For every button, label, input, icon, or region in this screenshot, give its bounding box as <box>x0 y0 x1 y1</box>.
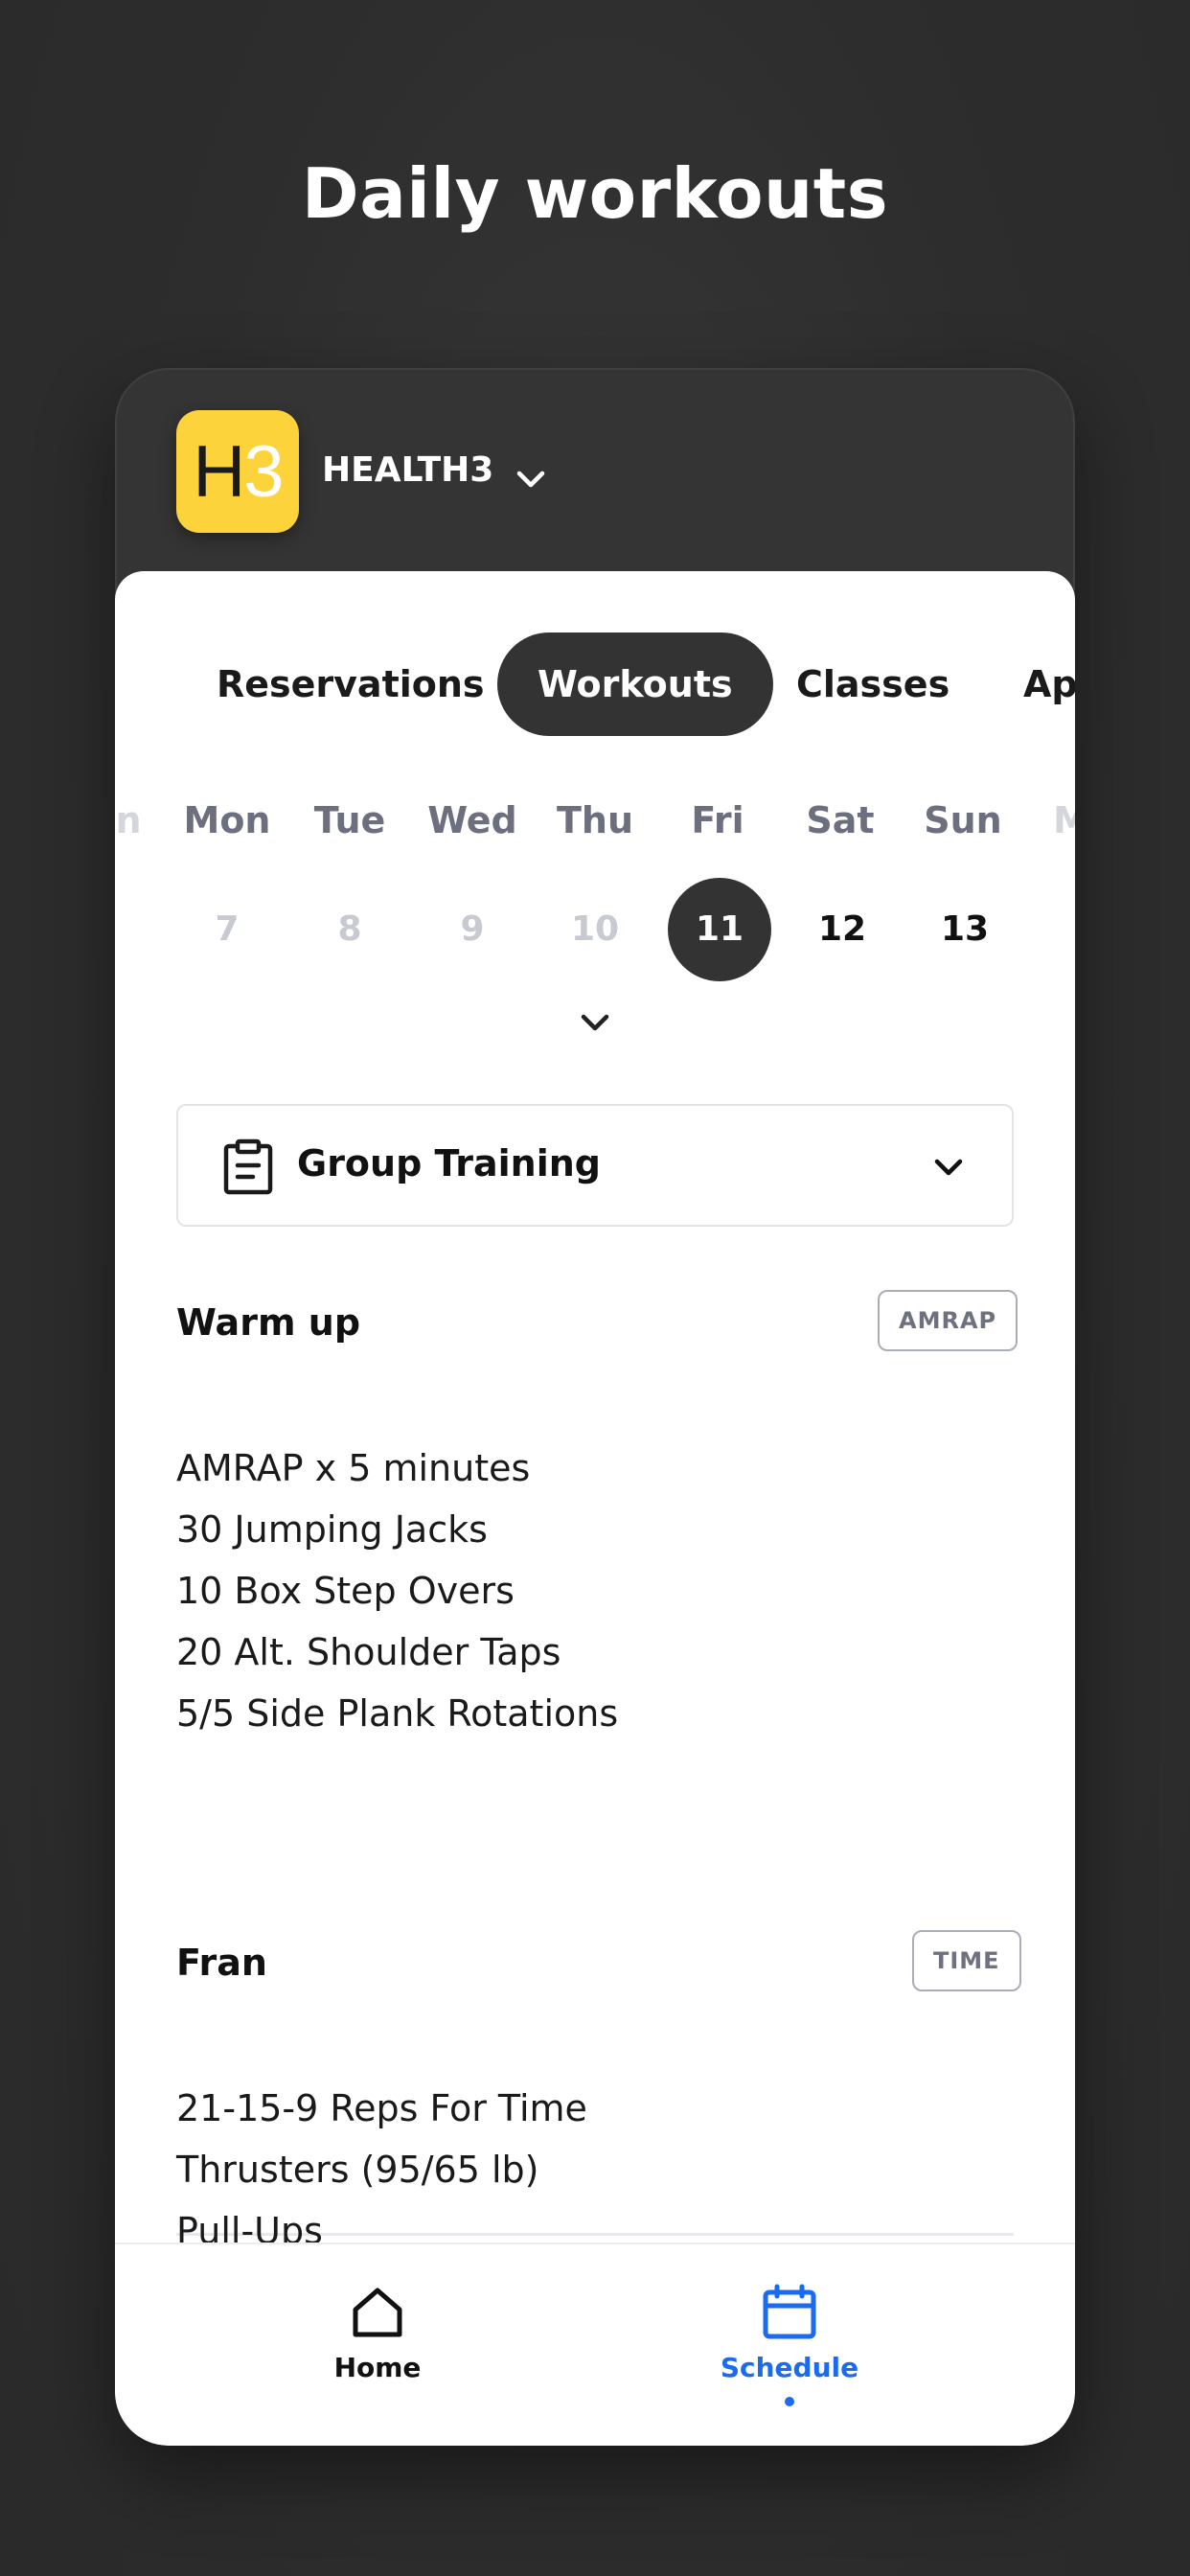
workout-description: 21-15-9 Reps For Time Thrusters (95/65 l… <box>176 2078 587 2262</box>
day-label: Wed <box>427 799 517 841</box>
day-label: M <box>1053 799 1075 841</box>
date-cell[interactable]: 13 <box>913 878 1017 981</box>
date-cell[interactable]: 12 <box>790 878 894 981</box>
date-cell[interactable]: 10 <box>543 878 647 981</box>
tab-reservations[interactable]: Reservations <box>217 632 485 736</box>
date-cell[interactable]: 1 <box>1036 878 1075 981</box>
workout-line: Thrusters (95/65 lb) <box>176 2149 539 2191</box>
bottom-navigation: Home Schedule <box>115 2242 1075 2446</box>
clipboard-icon <box>223 1138 273 1195</box>
nav-home[interactable]: Home <box>263 2283 492 2383</box>
content-sheet: Reservations Workouts Classes Ap n Mon T… <box>115 571 1075 2446</box>
day-label: Thu <box>556 799 634 841</box>
logo-digit: 3 <box>243 430 284 513</box>
workout-line: AMRAP x 5 minutes <box>176 1447 531 1489</box>
date-cell[interactable]: 7 <box>175 878 279 981</box>
nav-schedule[interactable]: Schedule <box>675 2283 904 2406</box>
weekday-row: n Mon Tue Wed Thu Fri Sat Sun M <box>115 799 1075 857</box>
chevron-down-icon <box>934 1159 963 1176</box>
tab-workouts[interactable]: Workouts <box>497 632 773 736</box>
workout-line: 20 Alt. Shoulder Taps <box>176 1631 561 1673</box>
chevron-down-icon[interactable] <box>510 458 552 500</box>
home-icon <box>353 2288 402 2337</box>
day-label: Mon <box>183 799 271 841</box>
workout-line: 5/5 Side Plank Rotations <box>176 1692 619 1735</box>
workout-line: 10 Box Step Overs <box>176 1570 515 1612</box>
workout-description: AMRAP x 5 minutes 30 Jumping Jacks 10 Bo… <box>176 1438 618 1744</box>
active-indicator-dot <box>785 2397 794 2406</box>
section-title: Warm up <box>176 1301 361 1344</box>
phone-screen: H3 HEALTH3 Reservations Workouts Classes… <box>115 368 1075 2446</box>
day-label: Tue <box>313 799 386 841</box>
calendar-icon <box>763 2284 816 2339</box>
logo-letter: H <box>193 430 245 513</box>
nav-schedule-label: Schedule <box>720 2352 859 2383</box>
date-cell-selected[interactable]: 11 <box>668 878 771 981</box>
page-headline: Daily workouts <box>301 153 889 234</box>
workout-type-badge: AMRAP <box>878 1290 1018 1351</box>
date-cell[interactable]: 8 <box>298 878 401 981</box>
date-cell[interactable]: 9 <box>421 878 524 981</box>
workout-type-badge: TIME <box>912 1930 1021 1991</box>
workout-line: 30 Jumping Jacks <box>176 1508 488 1551</box>
tab-bar: Reservations Workouts Classes Ap <box>115 571 1075 763</box>
brand-logo[interactable]: H3 <box>176 410 299 533</box>
day-label: Fri <box>691 799 744 841</box>
day-label: Sun <box>924 799 1002 841</box>
program-label: Group Training <box>297 1142 602 1184</box>
workout-line: 21-15-9 Reps For Time <box>176 2087 587 2129</box>
tab-classes[interactable]: Classes <box>796 632 950 736</box>
date-row: 7 8 9 10 11 12 13 1 <box>115 878 1075 983</box>
day-label: Sat <box>806 799 875 841</box>
tab-appointments[interactable]: Ap <box>1023 632 1075 736</box>
nav-home-label: Home <box>333 2352 422 2383</box>
program-dropdown[interactable]: Group Training <box>176 1104 1014 1227</box>
expand-calendar-chevron-icon[interactable] <box>571 999 619 1046</box>
section-title: Fran <box>176 1942 267 1984</box>
gym-name[interactable]: HEALTH3 <box>322 450 493 490</box>
